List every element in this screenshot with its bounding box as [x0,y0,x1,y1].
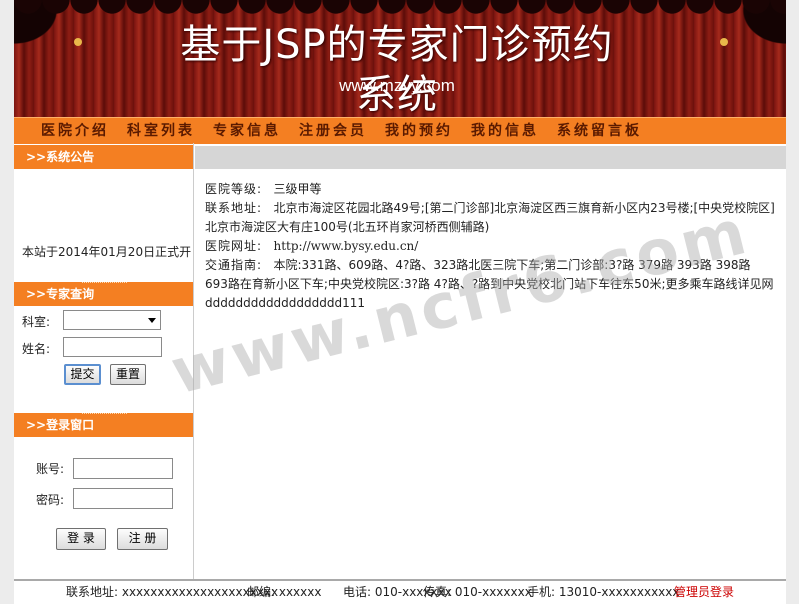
nav-message-board[interactable]: 系统留言板 [557,121,642,141]
nav-expert-info[interactable]: 专家信息 [213,121,281,141]
login-button[interactable]: 登 录 [56,528,106,550]
password-input[interactable] [73,488,173,509]
level-value: 三级甲等 [273,182,322,196]
decor-dot [74,38,82,46]
login-title-bar: >>登录窗口 [14,413,193,437]
register-button[interactable]: 注 册 [117,528,168,550]
nav-my-info[interactable]: 我的信息 [471,121,539,141]
traffic-row: 交通指南: 本院:331路、609路、4?路、323路北医三院下车;第二门诊部:… [205,256,775,313]
nav-register-member[interactable]: 注册会员 [299,121,367,141]
notice-text: 本站于2014年01月20日正式开 [22,245,192,259]
title-divider [82,282,127,283]
address-label: 联系地址: [205,201,263,215]
site-banner: 基于JSP的专家门诊预约系统 www.mzyy.com [14,0,786,117]
reset-button[interactable]: 重置 [110,364,146,385]
chevron-down-icon [148,318,156,323]
address-value: 北京市海淀区花园北路49号;[第二门诊部]北京海淀区西三旗育新小区内23号楼;[… [205,201,775,234]
page: 基于JSP的专家门诊预约系统 www.mzyy.com 医院介绍 科室列表 专家… [14,0,786,604]
site-url: www.mzyy.com [339,76,455,95]
name-label: 姓名: [22,342,51,356]
site-title: 基于JSP的专家门诊预约系统 [180,22,614,117]
login-title: >>登录窗口 [26,418,95,432]
traffic-value: 本院:331路、609路、4?路、323路北医三院下车;第二门诊部:3?路 37… [205,258,774,310]
account-input[interactable] [73,458,173,479]
name-input[interactable] [63,337,162,357]
sidebar: >>系统公告 本站于2014年01月20日正式开 >>专家查询 科室: 姓名: … [14,143,194,579]
decor-dot [720,38,728,46]
curtain-drape [14,0,786,14]
nav-my-appointments[interactable]: 我的预约 [385,121,453,141]
admin-login-link[interactable]: 管理员登录 [674,581,734,603]
hospital-info: 医院等级: 三级甲等 联系地址: 北京市海淀区花园北路49号;[第二门诊部]北京… [205,180,775,313]
notice-title: >>系统公告 [26,150,95,164]
department-label: 科室: [22,315,51,329]
password-label: 密码: [36,493,65,507]
footer-mobile: 手机: 13010-xxxxxxxxxxx [527,585,680,599]
level-label: 医院等级: [205,182,263,196]
title-divider [82,413,127,414]
notice-title-bar: >>系统公告 [14,145,193,169]
nav-hospital-intro[interactable]: 医院介绍 [41,121,109,141]
website-row: 医院网址: http://www.bysy.edu.cn/ [205,237,775,256]
submit-button[interactable]: 提交 [64,364,101,385]
content-header-bar [195,146,786,169]
website-value: http://www.bysy.edu.cn/ [273,239,419,253]
footer-fax: 传真: 010-xxxxxxx [423,585,532,599]
footer-postcode: 邮编: xxxxxx [247,585,322,599]
account-label: 账号: [36,462,65,476]
nav-department-list[interactable]: 科室列表 [127,121,195,141]
search-title: >>专家查询 [26,287,95,301]
address-row: 联系地址: 北京市海淀区花园北路49号;[第二门诊部]北京海淀区西三旗育新小区内… [205,199,775,237]
website-label: 医院网址: [205,239,263,253]
main-nav: 医院介绍 科室列表 专家信息 注册会员 我的预约 我的信息 系统留言板 [14,117,786,144]
traffic-label: 交通指南: [205,258,263,272]
department-select[interactable] [63,310,161,330]
level-row: 医院等级: 三级甲等 [205,180,775,199]
footer: 联系地址: xxxxxxxxxxxxxxxxxxxxxx 邮编: xxxxxx … [14,579,786,604]
search-title-bar: >>专家查询 [14,282,193,306]
